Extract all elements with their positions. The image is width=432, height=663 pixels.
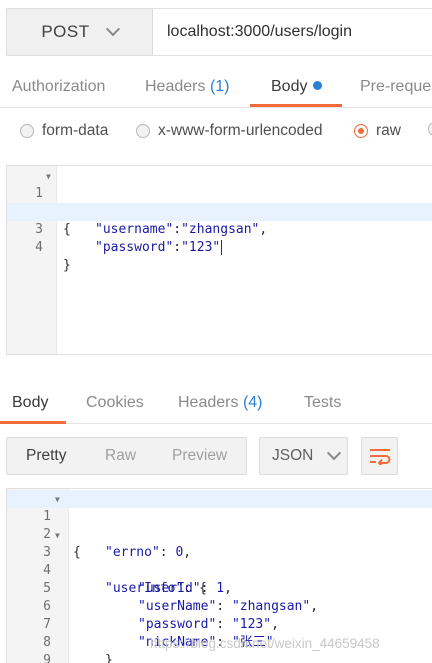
radio-raw[interactable]: raw bbox=[354, 122, 401, 140]
text-cursor bbox=[221, 240, 223, 255]
tab-label: Body bbox=[12, 394, 49, 411]
line-number: 9 bbox=[43, 653, 51, 663]
request-body-editor[interactable]: 1 ▼ { 2 "username":"zhangsan", 3 "passwo… bbox=[6, 165, 432, 355]
tab-authorization[interactable]: Authorization bbox=[12, 78, 105, 96]
json-key: "password" bbox=[95, 240, 174, 255]
format-label: JSON bbox=[272, 447, 314, 464]
view-raw-button[interactable]: Raw bbox=[105, 447, 136, 465]
code-text: } bbox=[63, 258, 71, 273]
chevron-down-icon bbox=[105, 22, 120, 37]
request-bar: POST localhost:3000/users/login bbox=[6, 8, 432, 56]
code-text: } bbox=[105, 653, 113, 663]
active-tab-indicator bbox=[250, 104, 342, 107]
radio-form-data[interactable]: form-data bbox=[20, 122, 108, 140]
url-input[interactable]: localhost:3000/users/login bbox=[153, 9, 432, 55]
method-select[interactable]: POST bbox=[7, 9, 153, 55]
code-line: 2 "errno": 0, bbox=[7, 508, 432, 560]
code-line: 4 "userId": 1, bbox=[7, 544, 432, 596]
fold-arrow-icon[interactable]: ▼ bbox=[46, 168, 51, 186]
code-line: 5 "userName": "zhangsan", bbox=[7, 562, 432, 614]
code-line: 7 "nickName": "张三" bbox=[7, 598, 432, 650]
response-view-modes: Pretty Raw Preview bbox=[6, 437, 247, 475]
tab-headers[interactable]: Headers (1) bbox=[145, 78, 230, 96]
radio-binary[interactable] bbox=[428, 122, 432, 136]
radio-circle-icon bbox=[428, 122, 432, 136]
radio-selected-icon bbox=[354, 124, 368, 138]
code-line: 3 ▼ "userInfo": { bbox=[7, 526, 432, 596]
tab-cookies[interactable]: Cookies bbox=[86, 394, 144, 412]
modified-dot-icon bbox=[313, 81, 323, 90]
fold-arrow-icon[interactable]: ▼ bbox=[55, 527, 60, 545]
code-line-active: 3 "password":"123" bbox=[7, 203, 432, 255]
json-value: "123" bbox=[181, 240, 221, 255]
radio-circle-icon bbox=[136, 124, 150, 138]
code-line: 1 ▼ { bbox=[7, 167, 432, 237]
code-line: 8 } bbox=[7, 616, 432, 663]
code-line-active: 1 ▼ { bbox=[7, 490, 432, 560]
format-select[interactable]: JSON bbox=[259, 437, 348, 475]
active-tab-indicator bbox=[0, 421, 66, 424]
radio-label: raw bbox=[376, 122, 401, 139]
tab-label: Cookies bbox=[86, 394, 144, 411]
response-tabs: Body Cookies Headers (4) Tests bbox=[0, 386, 432, 424]
wrap-lines-icon bbox=[369, 449, 390, 465]
fold-arrow-icon[interactable]: ▼ bbox=[55, 491, 60, 509]
body-mode-options: form-data x-www-form-urlencoded raw bbox=[0, 118, 432, 144]
url-text: localhost:3000/users/login bbox=[167, 23, 353, 40]
chevron-down-icon bbox=[327, 446, 342, 461]
watermark: https://blog.csdn.net/weixin_44659458 bbox=[150, 636, 380, 651]
tab-label: Authorization bbox=[12, 78, 106, 95]
radio-label: x-www-form-urlencoded bbox=[158, 122, 323, 139]
tab-response-body[interactable]: Body bbox=[12, 394, 48, 412]
tab-label: Tests bbox=[304, 394, 342, 411]
radio-label: form-data bbox=[42, 122, 109, 139]
tab-label: Headers bbox=[178, 394, 239, 411]
tab-label: Body bbox=[271, 78, 308, 95]
tab-tests[interactable]: Tests bbox=[304, 394, 341, 412]
wrap-lines-button[interactable] bbox=[361, 437, 398, 475]
headers-count-badge: (1) bbox=[209, 78, 230, 95]
view-preview-button[interactable]: Preview bbox=[172, 447, 227, 465]
tab-label: Headers bbox=[145, 78, 206, 95]
json-punct: : bbox=[173, 240, 182, 255]
view-pretty-button[interactable]: Pretty bbox=[26, 447, 66, 465]
tab-label: Pre-reques bbox=[360, 78, 432, 95]
tab-body[interactable]: Body bbox=[271, 78, 323, 96]
request-tabs: Authorization Headers (1) Body Pre-reque… bbox=[0, 70, 432, 108]
headers-count-badge: (4) bbox=[242, 394, 263, 411]
method-label: POST bbox=[41, 22, 90, 41]
radio-x-www-form-urlencoded[interactable]: x-www-form-urlencoded bbox=[136, 122, 323, 140]
code-line: 4 } bbox=[7, 221, 432, 273]
tab-response-headers[interactable]: Headers (4) bbox=[178, 394, 263, 412]
tab-pre-request-script[interactable]: Pre-reques bbox=[360, 78, 432, 96]
radio-circle-icon bbox=[20, 124, 34, 138]
line-number: 4 bbox=[35, 240, 43, 255]
code-line: 2 "username":"zhangsan", bbox=[7, 185, 432, 237]
code-line: 6 "password": "123", bbox=[7, 580, 432, 632]
